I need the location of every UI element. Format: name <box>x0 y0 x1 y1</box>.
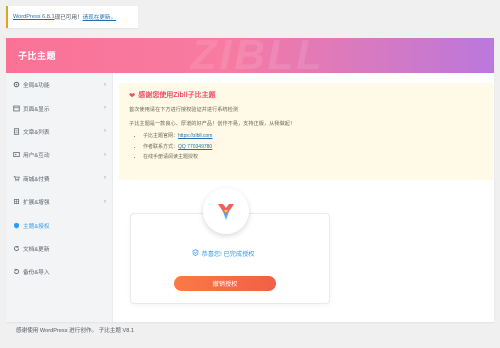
contact-list: 子比主题官网：https://zibll.com 作者联系方式：QQ 77034… <box>143 132 483 160</box>
list-item: 子比主题官网：https://zibll.com <box>143 132 483 139</box>
chevron-right-icon: › <box>104 175 106 182</box>
options-sidebar: 全局&功能 › 页面&显示 › 文章&列表 › 用户&互动 › 商城&付费 › … <box>6 73 113 322</box>
chevron-right-icon: › <box>104 198 106 205</box>
welcome-instruction: 首次使用请在下方进行授权验证并进行系统检测 <box>129 107 238 113</box>
manual-note: 在线手册请阅读主题授权 <box>143 154 199 160</box>
update-notice: WordPress 6.8.1 现已可用！ 请现在更新。 <box>6 6 138 28</box>
list-item: 在线手册请阅读主题授权 <box>143 153 483 160</box>
sidebar-item-label: 页面&显示 <box>23 106 50 113</box>
welcome-message: 子比主题是一款良心、厚道的好产品！创作不易，支持正版，从我做起！ <box>129 121 296 127</box>
license-status: 恭喜您! 已完成授权 <box>0 249 446 258</box>
header-watermark: ZIBLL <box>191 38 325 73</box>
panel-header: 子比主题 ZIBLL <box>6 38 494 73</box>
layout-icon <box>13 105 20 112</box>
sidebar-item-backup[interactable]: 备份&导入 <box>6 260 112 283</box>
sidebar-item-label: 商城&付费 <box>23 176 50 183</box>
update-now-link[interactable]: 请现在更新。 <box>83 13 117 21</box>
cart-icon <box>13 175 20 182</box>
welcome-title-text: 感谢您使用Zibll子比主题 <box>138 92 216 99</box>
official-site-label: 子比主题官网： <box>143 133 179 139</box>
update-notice-text: 现已可用！ <box>54 15 83 21</box>
official-site-link[interactable]: https://zibll.com <box>178 133 212 139</box>
sidebar-item-label: 用户&互动 <box>23 153 50 160</box>
admin-footer: 感谢使用 WordPress 进行创作。 子比主题 V8.1 <box>16 328 135 334</box>
document-icon <box>13 128 20 135</box>
sidebar-item-label: 文章&列表 <box>23 129 50 136</box>
author-qq-link[interactable]: QQ 770349780 <box>178 144 212 150</box>
zibll-logo-icon <box>218 204 234 220</box>
chevron-right-icon: › <box>104 105 106 112</box>
shield-icon <box>13 222 20 229</box>
sidebar-item-label: 备份&导入 <box>23 270 50 277</box>
sidebar-item-posts[interactable]: 文章&列表 › <box>6 120 112 143</box>
page-title: 子比主题 <box>18 51 57 61</box>
sidebar-item-label: 主题&授权 <box>23 223 50 230</box>
chevron-right-icon: › <box>104 128 106 135</box>
backup-icon <box>13 268 20 275</box>
users-icon <box>13 151 20 158</box>
theme-logo <box>203 188 249 234</box>
list-item: 作者联系方式：QQ 770349780 <box>143 143 483 150</box>
sidebar-item-label: 全局&功能 <box>23 83 50 90</box>
revoke-license-button[interactable]: 撤销授权 <box>174 276 276 291</box>
sidebar-item-users[interactable]: 用户&互动 › <box>6 143 112 166</box>
wordpress-version-link[interactable]: WordPress 6.8.1 <box>13 14 55 20</box>
sidebar-item-shop[interactable]: 商城&付费 › <box>6 167 112 190</box>
chevron-right-icon: › <box>104 151 106 158</box>
sidebar-item-global[interactable]: 全局&功能 › <box>6 73 112 96</box>
puzzle-icon <box>13 198 20 205</box>
shield-check-icon <box>192 249 199 258</box>
license-status-text: 恭喜您! 已完成授权 <box>201 251 255 258</box>
sidebar-item-extensions[interactable]: 扩展&增强 › <box>6 190 112 213</box>
sidebar-item-label: 扩展&增强 <box>23 200 50 207</box>
sidebar-item-page[interactable]: 页面&显示 › <box>6 96 112 119</box>
chevron-right-icon: › <box>104 81 106 88</box>
welcome-info-box: ❤ 感谢您使用Zibll子比主题 首次使用请在下方进行授权验证并进行系统检测 子… <box>119 83 493 180</box>
heart-icon: ❤ <box>129 90 136 100</box>
author-contact-label: 作者联系方式： <box>143 143 179 150</box>
sidebar-item-license[interactable]: 主题&授权 <box>6 213 112 236</box>
gear-icon <box>13 81 20 88</box>
welcome-title: ❤ 感谢您使用Zibll子比主题 <box>129 90 483 100</box>
